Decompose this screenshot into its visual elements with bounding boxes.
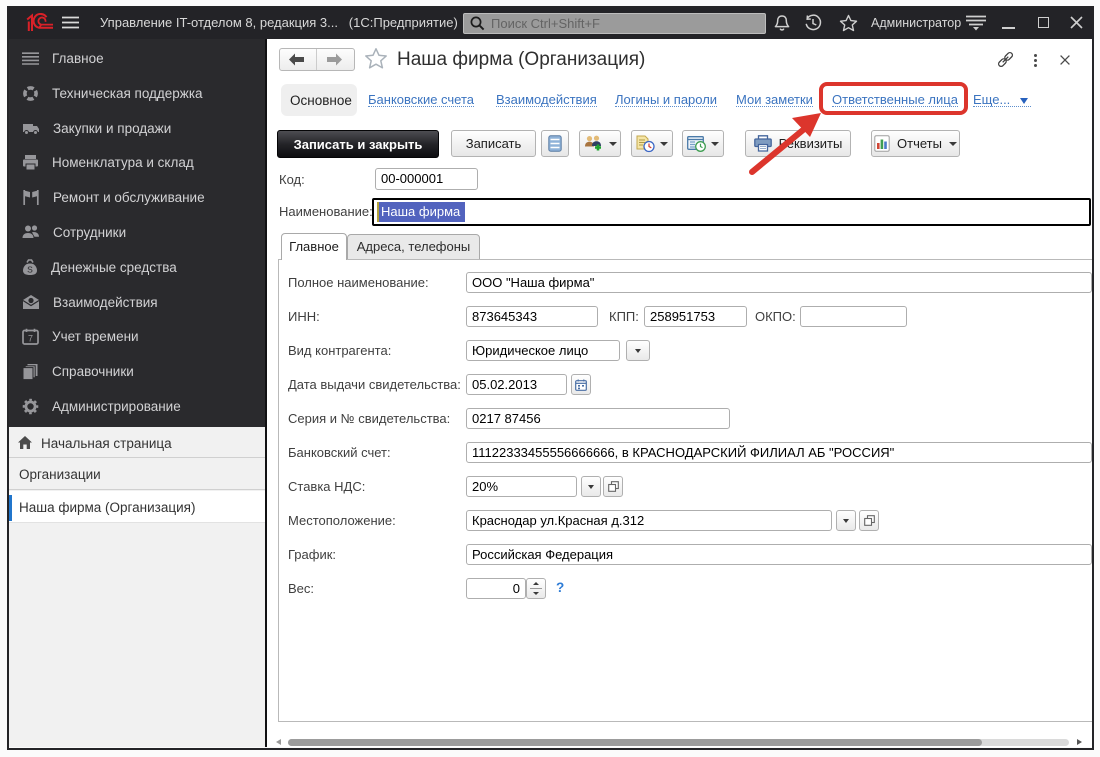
svg-text:7: 7 xyxy=(28,334,33,344)
svg-text:S: S xyxy=(27,265,33,275)
